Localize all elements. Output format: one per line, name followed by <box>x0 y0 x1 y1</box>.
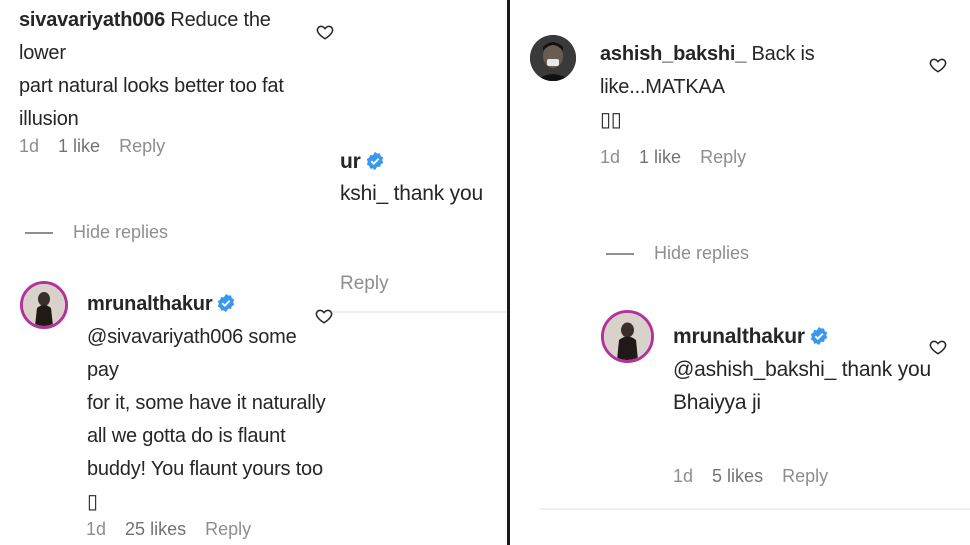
reply-line1: @ashish_bakshi_ thank you <box>673 358 931 381</box>
partial-username[interactable]: ur <box>340 150 361 173</box>
separator <box>540 508 970 510</box>
reply-time: 1d <box>673 466 694 486</box>
reply-username[interactable]: mrunalthakur <box>87 293 213 315</box>
reply-line5: ▯ <box>87 491 98 513</box>
partial-comment-fragment: ur kshi_ thank you Reply <box>333 130 507 320</box>
hide-replies-button[interactable]: Hide replies <box>606 243 749 264</box>
reply-reply-button[interactable]: Reply <box>205 519 251 539</box>
comment-sivavariyath006: sivavariyath006 Reduce the lower part na… <box>19 4 309 136</box>
reply-line1: @sivavariyath006 some pay <box>87 326 297 381</box>
comment-likes[interactable]: 1 like <box>639 147 681 167</box>
comment-meta: 1d 1 like Reply <box>19 136 179 157</box>
comment-username[interactable]: sivavariyath006 <box>19 9 165 31</box>
heart-icon[interactable] <box>929 56 947 74</box>
comment-time: 1d <box>600 147 621 167</box>
partial-text: kshi_ thank you <box>340 182 483 205</box>
reply-line2: for it, some have it naturally <box>87 392 326 414</box>
reply-time: 1d <box>86 519 107 539</box>
reply-reply-button[interactable]: Reply <box>782 466 828 486</box>
comment-text-line3: illusion <box>19 108 79 130</box>
comment-text-line2: part natural looks better too fat <box>19 75 284 97</box>
comment-reply-button[interactable]: Reply <box>700 147 746 167</box>
avatar[interactable] <box>20 281 68 329</box>
comment-ashish-bakshi: ashish_bakshi_ Back is like...MATKAA ▯▯ <box>600 38 920 137</box>
heart-icon[interactable] <box>929 338 947 356</box>
avatar[interactable] <box>601 310 654 363</box>
comment-text-line2: ▯▯ <box>600 109 622 131</box>
reply-mrunalthakur: mrunalthakur @ashish_bakshi_ thank you B… <box>673 320 933 419</box>
reply-line2: Bhaiyya ji <box>673 391 761 414</box>
comment-likes[interactable]: 1 like <box>58 136 100 156</box>
avatar-photo <box>23 284 65 326</box>
heart-icon[interactable] <box>315 307 333 325</box>
reply-line4: buddy! You flaunt yours too <box>87 458 323 480</box>
partial-reply-button[interactable]: Reply <box>340 273 389 295</box>
hide-replies-button[interactable]: Hide replies <box>25 222 168 243</box>
partial-username-line: ur <box>340 145 385 178</box>
verified-badge-icon <box>218 293 235 313</box>
reply-likes[interactable]: 5 likes <box>712 466 763 486</box>
verified-badge-icon <box>810 326 828 346</box>
comment-username[interactable]: ashish_bakshi_ <box>600 43 746 65</box>
comment-meta: 1d 1 like Reply <box>600 147 760 168</box>
reply-username[interactable]: mrunalthakur <box>673 325 805 348</box>
reply-likes[interactable]: 25 likes <box>125 519 186 539</box>
avatar-photo <box>530 35 576 81</box>
avatar[interactable] <box>530 35 576 81</box>
left-comment-screenshot: sivavariyath006 Reduce the lower part na… <box>0 0 507 545</box>
verified-badge-icon <box>366 151 383 171</box>
hide-replies-label: Hide replies <box>73 222 169 242</box>
comment-time: 1d <box>19 136 40 156</box>
reply-meta: 1d 25 likes Reply <box>86 519 265 540</box>
avatar-photo <box>604 313 651 360</box>
reply-meta: 1d 5 likes Reply <box>673 466 842 487</box>
right-comment-screenshot: ashish_bakshi_ Back is like...MATKAA ▯▯ … <box>510 0 970 545</box>
reply-line3: all we gotta do is flaunt <box>87 425 286 447</box>
separator <box>333 311 507 313</box>
reply-mrunalthakur: mrunalthakur @sivavariyath006 some pay f… <box>87 288 327 519</box>
heart-icon[interactable] <box>316 23 334 41</box>
hide-replies-label: Hide replies <box>654 243 750 263</box>
comment-reply-button[interactable]: Reply <box>119 136 165 156</box>
divider-dash <box>606 253 634 256</box>
divider-dash <box>25 232 53 235</box>
